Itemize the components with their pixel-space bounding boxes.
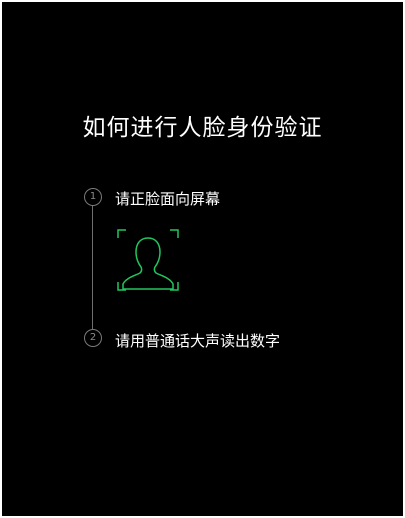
- step-1-number: 1: [84, 188, 102, 206]
- step-2-number: 2: [84, 329, 102, 347]
- page-title: 如何进行人脸身份验证: [82, 115, 323, 141]
- face-frame-icon: [116, 228, 180, 292]
- guide-screen: 如何进行人脸身份验证 1 请正脸面向屏幕 2 请用普通话大声读出数字: [2, 2, 403, 516]
- timeline-line: [92, 205, 93, 329]
- step-1-text: 请正脸面向屏幕: [115, 190, 221, 208]
- step-2-text: 请用普通话大声读出数字: [115, 332, 281, 350]
